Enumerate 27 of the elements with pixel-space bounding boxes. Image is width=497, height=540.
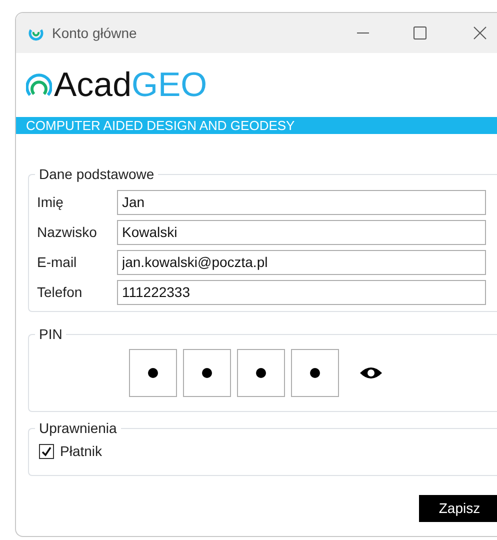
pin-box[interactable] — [291, 349, 339, 397]
logo-icon — [26, 72, 52, 98]
maximize-icon[interactable] — [413, 26, 427, 40]
text-field[interactable]: jan.kowalski@poczta.pl — [117, 250, 486, 274]
pin-box[interactable] — [237, 349, 285, 397]
text-field[interactable]: 111222333 — [117, 280, 486, 304]
window-title: Konto główne — [52, 24, 137, 43]
field-label: Imię — [37, 192, 64, 212]
checkbox-row[interactable]: Płatnik — [39, 441, 102, 462]
check-icon — [41, 446, 52, 457]
text-field[interactable]: Jan — [117, 190, 486, 214]
tagline: COMPUTER AIDED DESIGN AND GEODESY — [26, 117, 295, 134]
close-icon[interactable] — [473, 26, 487, 40]
save-button[interactable]: Zapisz — [419, 495, 497, 522]
pin-box[interactable] — [129, 349, 177, 397]
field-label: E-mail — [37, 252, 78, 272]
pin-dot-icon — [310, 368, 320, 378]
eye-icon[interactable] — [359, 366, 383, 380]
text-field[interactable]: Kowalski — [117, 220, 486, 244]
pin-box[interactable] — [183, 349, 231, 397]
pin-dot-icon — [202, 368, 212, 378]
logo-text: AcadGEO — [54, 65, 208, 105]
pin-dot-icon — [148, 368, 158, 378]
field-label: Nazwisko — [37, 222, 98, 242]
checkbox[interactable] — [39, 444, 54, 459]
field-label: Telefon — [37, 282, 84, 302]
pin-dot-icon — [256, 368, 266, 378]
